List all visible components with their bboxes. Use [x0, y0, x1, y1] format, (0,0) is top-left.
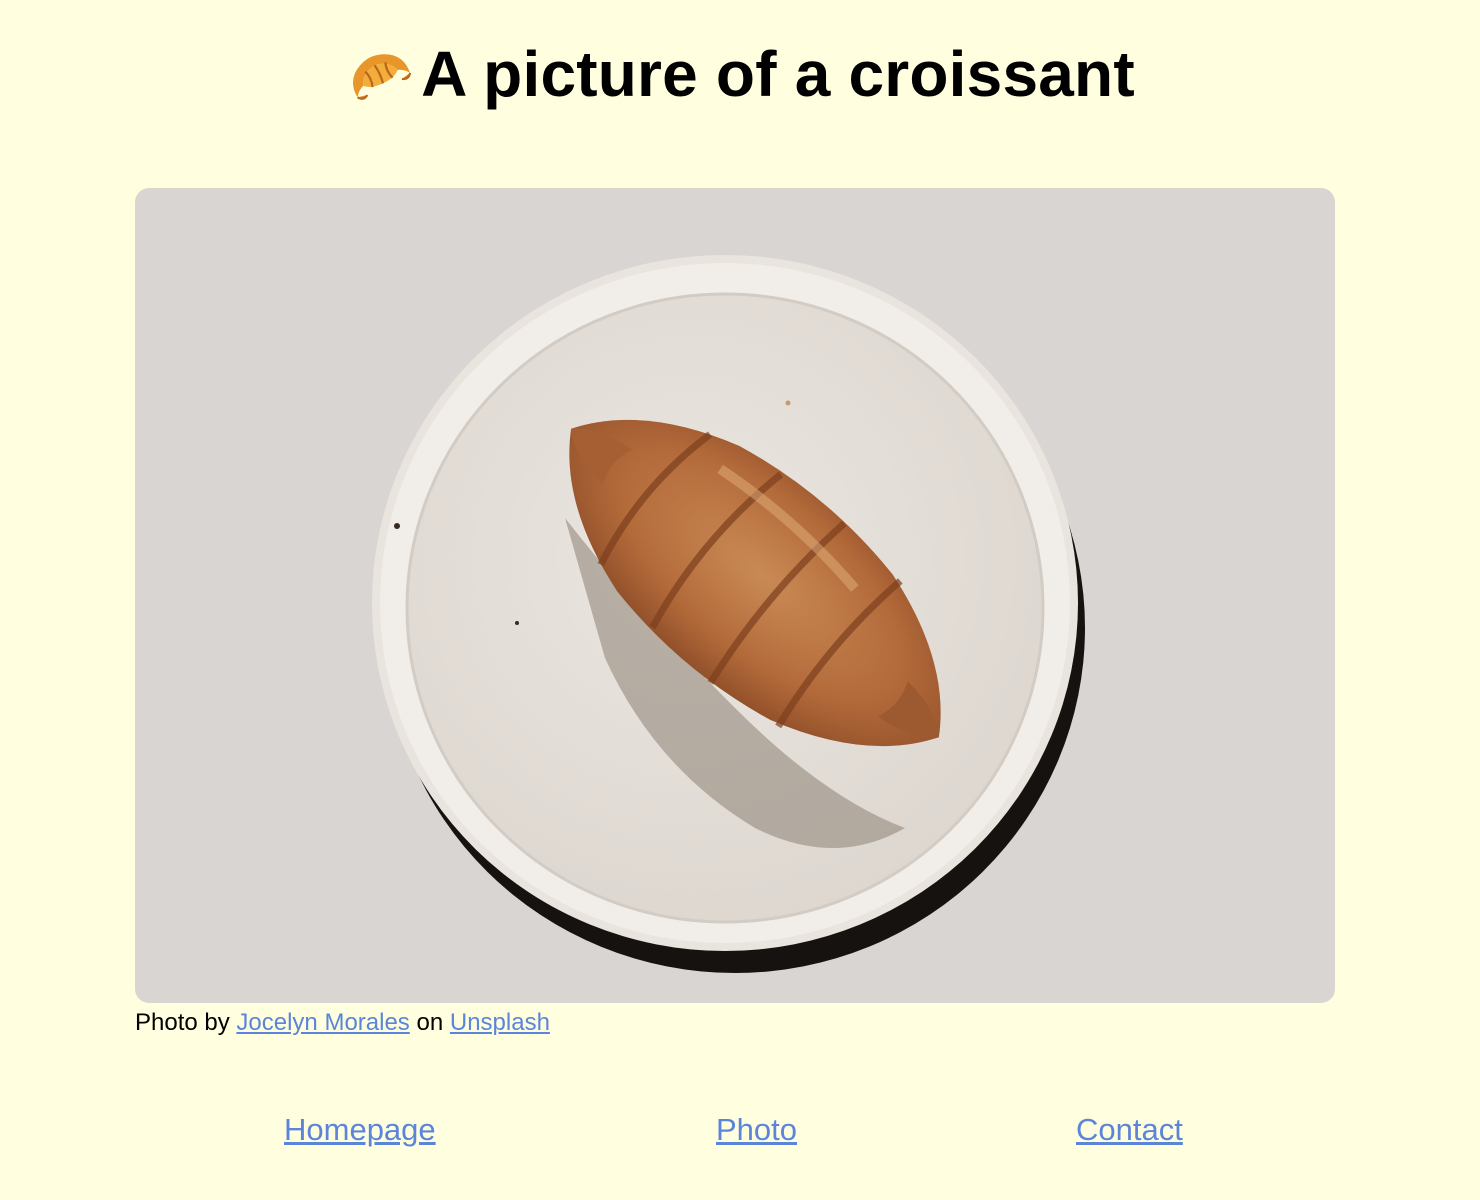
page-title-text: A picture of a croissant [421, 38, 1135, 110]
author-link[interactable]: Jocelyn Morales [236, 1009, 409, 1036]
nav-link-homepage[interactable]: Homepage [284, 1110, 436, 1150]
unsplash-link[interactable]: Unsplash [450, 1009, 550, 1036]
page-title: A picture of a croissant [0, 36, 1480, 112]
croissant-photo [135, 188, 1335, 1003]
photo-caption: Photo by Jocelyn Morales on Unsplash [135, 1008, 550, 1038]
croissant-icon [345, 42, 415, 108]
nav-link-contact[interactable]: Contact [1076, 1110, 1183, 1150]
nav-link-photo[interactable]: Photo [716, 1110, 797, 1150]
footer-nav: Homepage Photo Contact [0, 1110, 1480, 1150]
page: A picture of a croissant Photo by Jocely… [0, 0, 1480, 1200]
caption-middle: on [416, 1009, 444, 1036]
caption-prefix: Photo by [135, 1009, 230, 1036]
